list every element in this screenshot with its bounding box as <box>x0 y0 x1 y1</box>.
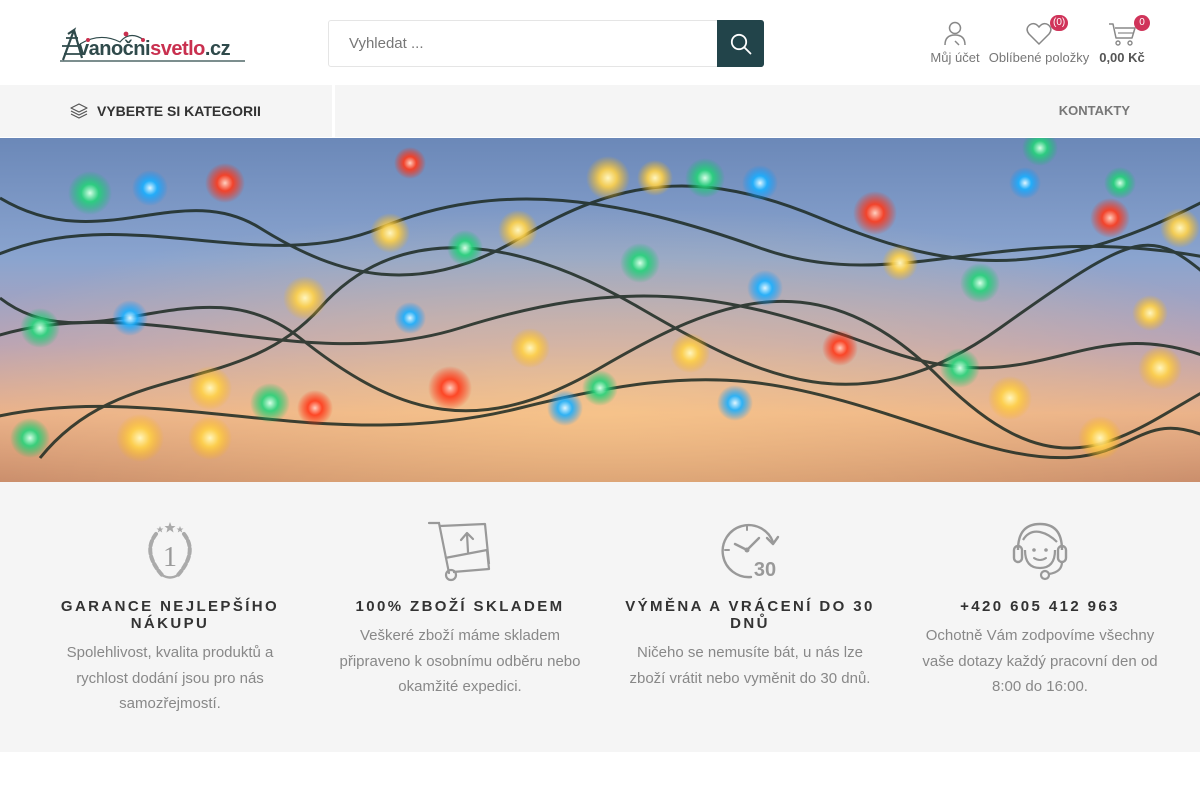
main-nav: VYBERTE SI KATEGORII KONTAKTY <box>0 85 1200 137</box>
cart-count-badge: 0 <box>1134 15 1150 31</box>
feature-title: VÝMĚNA A VRÁCENÍ DO 30 DNŮ <box>625 598 875 632</box>
feature-in-stock: 100% ZBOŽÍ SKLADEM Veškeré zboží máme sk… <box>335 520 585 700</box>
search-input[interactable] <box>329 21 718 66</box>
cart-link[interactable]: 0 0,00 Kč <box>1095 15 1150 65</box>
logo-text-part2: svetlo <box>150 38 205 60</box>
contacts-link[interactable]: KONTAKTY <box>1059 103 1130 118</box>
search-icon <box>730 33 751 54</box>
feature-text: Spolehlivost, kvalita produktů a rychlos… <box>66 644 274 712</box>
feature-best-purchase: 1 GARANCE NEJLEPŠÍHO NÁKUPU Spolehlivost… <box>45 520 295 717</box>
search-box <box>328 20 764 67</box>
feature-text: Veškeré zboží máme skladem připraveno k … <box>339 627 581 695</box>
headset-icon <box>1012 522 1068 581</box>
cart-icon <box>1109 23 1136 46</box>
logo-text-part1: vanočni <box>78 38 151 60</box>
wishlist-link[interactable]: (0) Oblíbené položky <box>987 15 1091 65</box>
feature-title: +420 605 412 963 <box>960 598 1120 615</box>
search-button[interactable] <box>717 20 764 67</box>
feature-title: 100% ZBOŽÍ SKLADEM <box>355 598 565 615</box>
hero-banner[interactable] <box>0 138 1200 482</box>
layers-icon <box>70 103 88 119</box>
features-section: 1 GARANCE NEJLEPŠÍHO NÁKUPU Spolehlivost… <box>0 482 1200 752</box>
feature-phone-support: +420 605 412 963 Ochotně Vám zodpovíme v… <box>915 520 1165 700</box>
wishlist-label: Oblíbené položky <box>988 50 1090 65</box>
account-link[interactable]: Můj účet <box>926 18 984 65</box>
christmas-lights-image <box>0 138 1200 482</box>
feature-title: GARANCE NEJLEPŠÍHO NÁKUPU <box>60 598 280 632</box>
heart-icon <box>1026 22 1052 46</box>
wishlist-count-badge: (0) <box>1050 15 1069 31</box>
cart-total: 0,00 Kč <box>1099 50 1145 65</box>
categories-button[interactable]: VYBERTE SI KATEGORII <box>0 85 335 137</box>
user-icon <box>944 21 966 46</box>
svg-text:1: 1 <box>163 542 177 573</box>
feature-return-30-days: 30 VÝMĚNA A VRÁCENÍ DO 30 DNŮ Ničeho se … <box>625 520 875 691</box>
award-1-icon: 1 <box>148 522 192 579</box>
clock-30-icon: 30 <box>721 523 780 581</box>
site-logo[interactable]: vanočnisvetlo.cz <box>60 24 245 64</box>
account-label: Můj účet <box>930 50 980 65</box>
cart-upload-icon <box>427 521 491 582</box>
feature-text: Ničeho se nemusíte bát, u nás lze zboží … <box>629 644 871 687</box>
categories-label: VYBERTE SI KATEGORII <box>97 103 261 119</box>
logo-text-part3: .cz <box>204 38 231 60</box>
header: vanočnisvetlo.cz Můj účet (0) <box>0 0 1200 85</box>
svg-text:30: 30 <box>754 559 776 581</box>
feature-text: Ochotně Vám zodpovíme všechny vaše dotaz… <box>922 627 1158 695</box>
